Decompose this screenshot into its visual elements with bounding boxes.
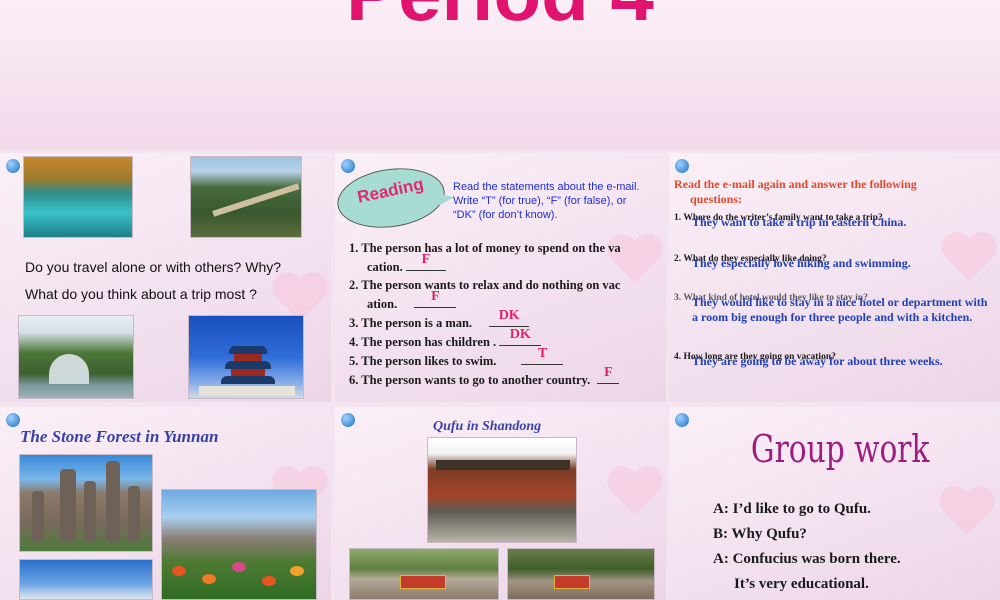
dialog-line: A: Confucius was born there. bbox=[713, 551, 901, 567]
globe-icon bbox=[6, 413, 20, 427]
statement-item: 6. The person wants to go to another cou… bbox=[349, 365, 666, 389]
stone-forest-title: The Stone Forest in Yunnan bbox=[20, 427, 219, 446]
reading-instructions: Read the statements about the e-mail. Wr… bbox=[453, 181, 640, 221]
qufu-gate-photo-2 bbox=[507, 548, 655, 600]
globe-icon bbox=[6, 159, 20, 173]
qa-answer: They would like to stay in a nice hotel … bbox=[692, 295, 988, 324]
temple-of-heaven-photo bbox=[188, 315, 304, 399]
statement-item: 4. The person has children . DK bbox=[349, 327, 666, 351]
slide-reading-statements[interactable]: Reading Read the statements about the e-… bbox=[335, 153, 666, 402]
elephant-trunk-hill-photo bbox=[18, 315, 134, 399]
slide-stone-forest[interactable]: The Stone Forest in Yunnan bbox=[0, 407, 331, 600]
qufu-title: Qufu in Shandong bbox=[433, 419, 542, 434]
stone-forest-photo-1 bbox=[19, 454, 153, 552]
globe-icon bbox=[675, 413, 689, 427]
dialog-line: It’s very educational. bbox=[734, 576, 869, 592]
answer-mark: F bbox=[431, 289, 440, 304]
qa-answer: They are going to be away for about thre… bbox=[692, 354, 943, 368]
qa-item: 3. What kind of hotel would they like to… bbox=[674, 293, 994, 324]
logo bbox=[341, 159, 355, 173]
group-work-title: Group work bbox=[750, 427, 930, 471]
great-wall-photo bbox=[190, 156, 302, 238]
dialog-block: A: I’d like to go to Qufu. B: Why Qufu? … bbox=[713, 497, 983, 597]
answer-mark: DK bbox=[498, 308, 520, 323]
dialog-line: A: I’d like to go to Qufu. bbox=[713, 501, 871, 517]
question-trip-think: What do you think about a trip most ? bbox=[25, 286, 257, 302]
heart-decoration-icon bbox=[605, 467, 665, 521]
logo bbox=[675, 413, 689, 427]
qufu-gate-photo-1 bbox=[349, 548, 499, 600]
logo bbox=[675, 159, 689, 173]
slide-travel-questions[interactable]: Do you travel alone or with others? Why?… bbox=[0, 153, 331, 402]
statement-item: 1. The person has a lot of money to spen… bbox=[349, 241, 621, 274]
answer-mark: T bbox=[537, 346, 548, 361]
globe-icon bbox=[341, 413, 355, 427]
question-travel-alone: Do you travel alone or with others? Why? bbox=[25, 259, 282, 275]
slide-qufu[interactable]: Qufu in Shandong bbox=[335, 407, 666, 600]
dialog-line: B: Why Qufu? bbox=[713, 526, 807, 542]
logo bbox=[341, 413, 355, 427]
qa-answer: They especially love hiking and swimming… bbox=[692, 256, 911, 270]
top-slide-area: Period 4 bbox=[0, 0, 1000, 150]
answer-mark: DK bbox=[509, 327, 531, 342]
qa-item: 2. What do they especially like doing? T… bbox=[674, 254, 911, 270]
jiuzhaigou-lake-photo bbox=[23, 156, 133, 238]
confucius-temple-photo bbox=[427, 437, 577, 543]
qa-item: 1. Where do the writer’s family want to … bbox=[674, 213, 907, 229]
logo bbox=[6, 413, 20, 427]
statement-list: 1. The person has a lot of money to spen… bbox=[349, 239, 666, 389]
globe-icon bbox=[675, 159, 689, 173]
answer-mark: F bbox=[421, 252, 431, 267]
email-questions-header: Read the e-mail again and answer the fol… bbox=[674, 177, 917, 206]
stone-forest-photo-3 bbox=[19, 559, 153, 600]
logo bbox=[6, 159, 20, 173]
qa-item: 4. How long are they going on vacation? … bbox=[674, 352, 943, 368]
period-title: Period 4 bbox=[0, 0, 1000, 39]
qa-answer: They want to take a trip in eastern Chin… bbox=[692, 215, 907, 229]
slide-group-work[interactable]: Group work A: I’d like to go to Qufu. B:… bbox=[669, 407, 1000, 600]
slide-email-questions[interactable]: Read the e-mail again and answer the fol… bbox=[669, 153, 1000, 402]
globe-icon bbox=[341, 159, 355, 173]
answer-mark: F bbox=[604, 365, 613, 380]
stone-forest-flowers-photo bbox=[161, 489, 317, 600]
